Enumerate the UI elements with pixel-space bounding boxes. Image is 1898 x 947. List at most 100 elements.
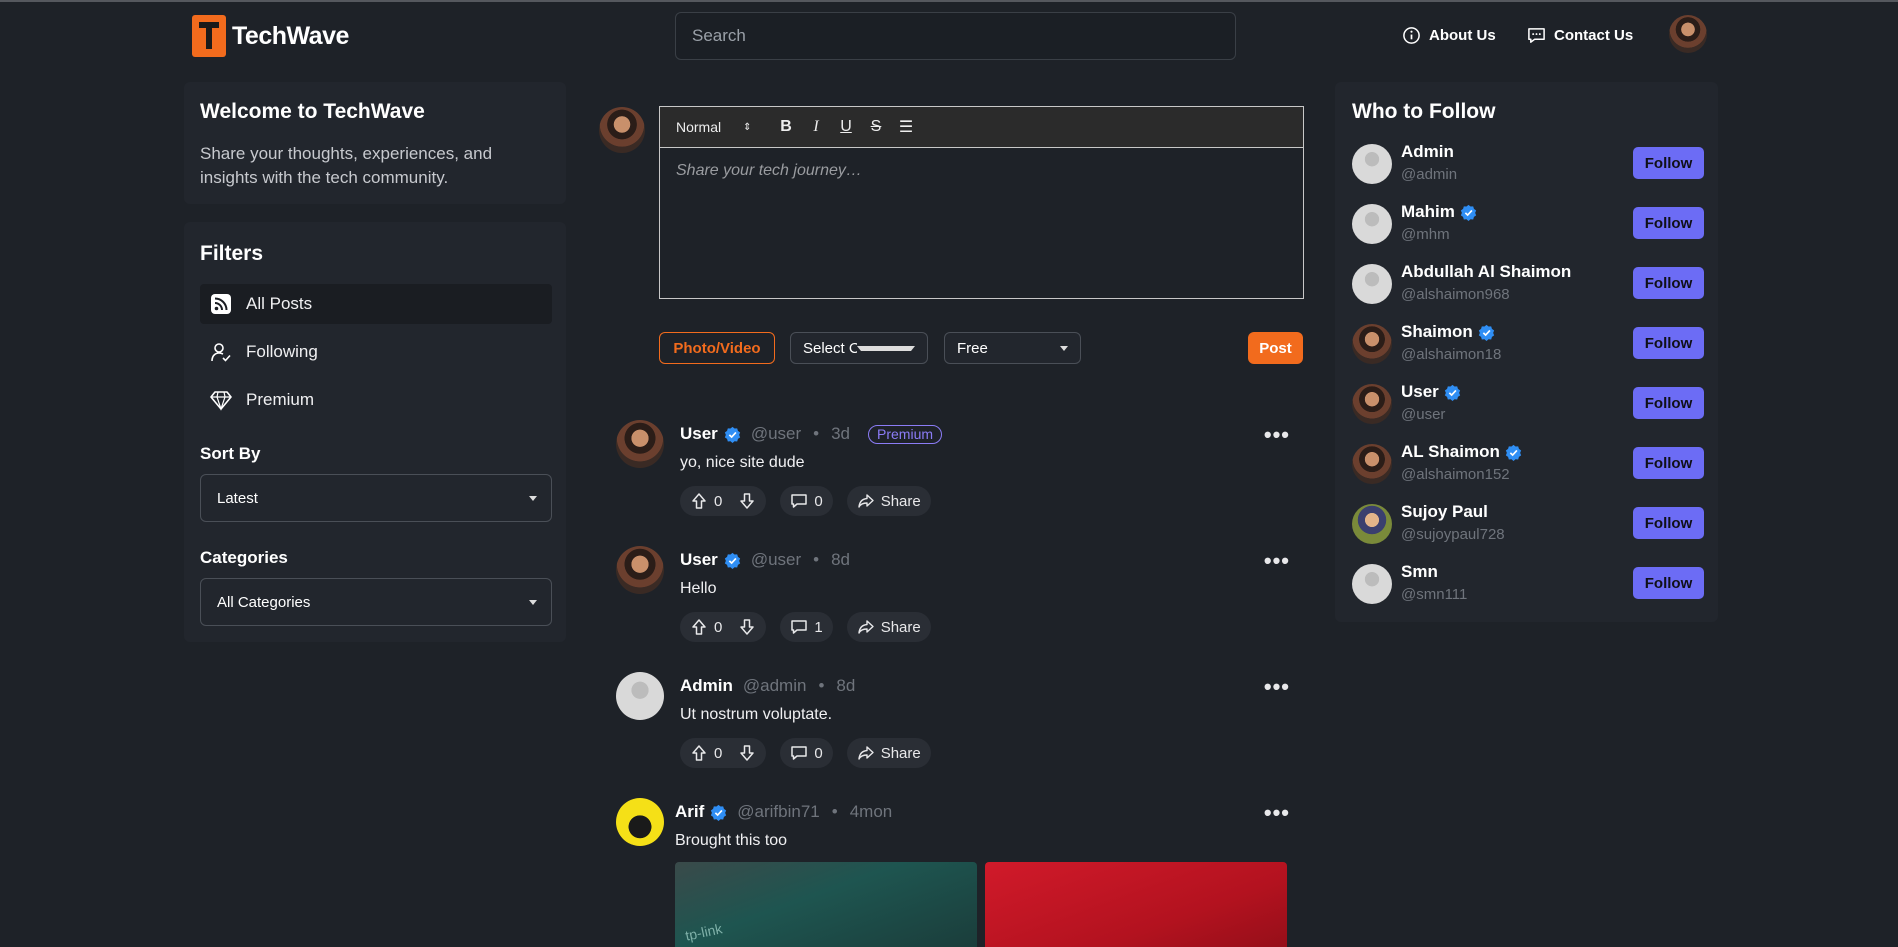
comment-count: 0 xyxy=(814,744,823,762)
strikethrough-icon[interactable]: S xyxy=(868,118,884,136)
user-handle: @alshaimon152 xyxy=(1401,466,1510,483)
more-options-icon[interactable]: ••• xyxy=(1264,548,1290,574)
author-name[interactable]: User xyxy=(680,424,718,444)
author-avatar[interactable] xyxy=(616,420,664,468)
downvote-icon[interactable] xyxy=(738,618,756,636)
filter-all-posts[interactable]: All Posts xyxy=(200,284,552,324)
profile-avatar[interactable] xyxy=(1669,15,1707,53)
premium-badge: Premium xyxy=(868,424,943,444)
more-options-icon[interactable]: ••• xyxy=(1264,800,1290,826)
post-text: Hello xyxy=(680,580,717,597)
post-actions: 0 1 Share xyxy=(680,612,931,642)
sort-by-label: Sort By xyxy=(200,444,261,463)
upvote-icon[interactable] xyxy=(690,492,708,510)
comment-button[interactable]: 0 xyxy=(780,738,833,768)
about-us-link[interactable]: About Us xyxy=(1402,26,1496,45)
author-avatar[interactable] xyxy=(616,672,664,720)
comment-button[interactable]: 1 xyxy=(780,612,833,642)
who-to-follow-card: Who to Follow Admin @admin Follow Mahim … xyxy=(1335,82,1718,622)
user-name[interactable]: Admin xyxy=(1401,142,1454,162)
filter-following[interactable]: Following xyxy=(200,332,552,372)
follow-button[interactable]: Follow xyxy=(1633,327,1704,359)
user-name[interactable]: Smn xyxy=(1401,562,1438,582)
downvote-icon[interactable] xyxy=(738,744,756,762)
user-avatar[interactable] xyxy=(1352,384,1392,424)
user-avatar[interactable] xyxy=(1352,144,1392,184)
user-name[interactable]: Mahim xyxy=(1401,202,1455,222)
price-select[interactable]: Free xyxy=(944,332,1081,364)
author-name[interactable]: Arif xyxy=(675,802,704,822)
author-avatar[interactable] xyxy=(616,798,664,846)
sort-by-select[interactable]: Latest xyxy=(200,474,552,522)
follow-button[interactable]: Follow xyxy=(1633,387,1704,419)
author-handle: @admin xyxy=(742,676,807,695)
follow-button[interactable]: Follow xyxy=(1633,447,1704,479)
author-avatar[interactable] xyxy=(616,546,664,594)
text-format-select[interactable]: Normal ⇕ xyxy=(676,119,764,135)
post-header: User @user • 8d xyxy=(680,550,850,570)
share-button[interactable]: Share xyxy=(846,738,931,768)
post-header: Admin @admin • 8d xyxy=(680,676,855,696)
user-avatar[interactable] xyxy=(1352,324,1392,364)
brand-logo[interactable]: TechWave xyxy=(192,15,349,57)
follow-button[interactable]: Follow xyxy=(1633,147,1704,179)
user-name-row: AL Shaimon xyxy=(1401,442,1522,462)
filter-premium[interactable]: Premium xyxy=(200,380,552,420)
contact-us-link[interactable]: Contact Us xyxy=(1527,26,1633,45)
post-text: Ut nostrum voluptate. xyxy=(680,706,833,723)
follow-suggestion: Sujoy Paul @sujoypaul728 Follow xyxy=(1352,502,1704,548)
chevron-down-icon xyxy=(529,599,537,605)
comment-icon xyxy=(791,494,808,508)
user-name[interactable]: AL Shaimon xyxy=(1401,442,1500,462)
post-image[interactable] xyxy=(985,862,1287,947)
share-button[interactable]: Share xyxy=(846,486,931,516)
post-time: 8d xyxy=(831,550,851,569)
post-text: yo, nice site dude xyxy=(680,454,805,471)
photo-video-button[interactable]: Photo/Video xyxy=(659,332,775,364)
share-label: Share xyxy=(880,618,921,636)
user-name[interactable]: Shaimon xyxy=(1401,322,1473,342)
user-name-row: Abdullah Al Shaimon xyxy=(1401,262,1571,282)
user-avatar[interactable] xyxy=(1352,564,1392,604)
post-editor[interactable]: Share your tech journey… xyxy=(659,148,1304,299)
user-avatar[interactable] xyxy=(1352,204,1392,244)
categories-select[interactable]: All Categories xyxy=(200,578,552,626)
user-name[interactable]: Sujoy Paul xyxy=(1401,502,1488,522)
bold-icon[interactable]: B xyxy=(778,118,794,136)
follow-suggestion: User @user Follow xyxy=(1352,382,1704,428)
more-options-icon[interactable]: ••• xyxy=(1264,674,1290,700)
user-name[interactable]: User xyxy=(1401,382,1439,402)
share-button[interactable]: Share xyxy=(846,612,931,642)
upvote-icon[interactable] xyxy=(690,618,708,636)
verified-icon xyxy=(724,426,740,443)
author-name[interactable]: Admin xyxy=(680,676,733,696)
vote-count: 0 xyxy=(714,618,723,636)
filters-title: Filters xyxy=(200,242,264,265)
user-avatar[interactable] xyxy=(1352,264,1392,304)
post-image[interactable]: tp-link xyxy=(675,862,977,947)
list-icon[interactable]: ☰ xyxy=(898,117,914,137)
user-avatar[interactable] xyxy=(1352,504,1392,544)
follow-button[interactable]: Follow xyxy=(1633,567,1704,599)
composer-avatar xyxy=(599,107,645,153)
italic-icon[interactable]: I xyxy=(808,118,824,136)
downvote-icon[interactable] xyxy=(738,492,756,510)
user-handle: @mhm xyxy=(1401,226,1450,243)
follow-button[interactable]: Follow xyxy=(1633,267,1704,299)
verified-icon xyxy=(1478,324,1494,341)
upvote-icon[interactable] xyxy=(690,744,708,762)
image-brand-text: tp-link xyxy=(683,920,724,944)
user-handle: @sujoypaul728 xyxy=(1401,526,1505,543)
post-button[interactable]: Post xyxy=(1248,332,1303,364)
filter-label: All Posts xyxy=(246,294,313,313)
user-name[interactable]: Abdullah Al Shaimon xyxy=(1401,262,1571,282)
follow-button[interactable]: Follow xyxy=(1633,507,1704,539)
user-avatar[interactable] xyxy=(1352,444,1392,484)
category-select[interactable]: Select Category xyxy=(790,332,928,364)
search-input[interactable] xyxy=(675,12,1236,60)
comment-button[interactable]: 0 xyxy=(780,486,833,516)
underline-icon[interactable]: U xyxy=(838,118,854,136)
author-name[interactable]: User xyxy=(680,550,718,570)
more-options-icon[interactable]: ••• xyxy=(1264,422,1290,448)
follow-button[interactable]: Follow xyxy=(1633,207,1704,239)
